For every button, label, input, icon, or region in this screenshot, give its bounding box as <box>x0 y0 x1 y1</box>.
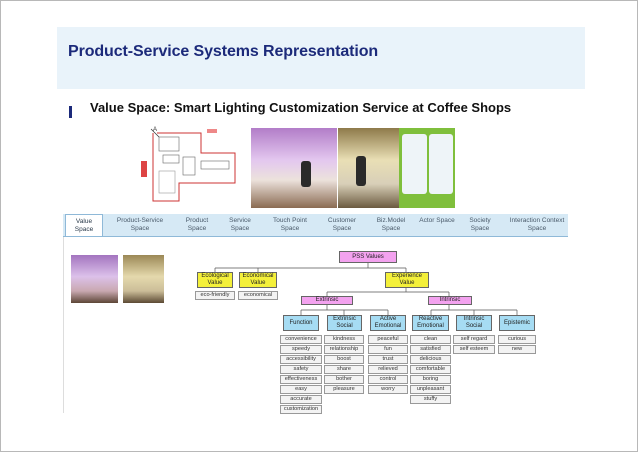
value-leaf[interactable]: speedy <box>280 345 322 354</box>
economical-leaf[interactable]: economical <box>238 291 278 300</box>
value-leaf[interactable]: comfortable <box>410 365 451 374</box>
value-leaf[interactable]: self esteem <box>453 345 495 354</box>
value-leaf[interactable]: accurate <box>280 395 322 404</box>
value-leaf[interactable]: relationship <box>324 345 364 354</box>
value-leaf[interactable]: boost <box>324 355 364 364</box>
value-leaf[interactable]: fun <box>368 345 408 354</box>
value-leaf[interactable]: pleasure <box>324 385 364 394</box>
epistemic-node[interactable]: Epistemic <box>499 315 535 331</box>
value-leaf[interactable]: trust <box>368 355 408 364</box>
reactive-emotional-node[interactable]: Reactive Emotional <box>412 315 449 331</box>
value-leaf[interactable]: peaceful <box>368 335 408 344</box>
pss-values-node[interactable]: PSS Values <box>339 251 397 263</box>
ecological-value-node[interactable]: Ecological Value <box>197 272 233 288</box>
value-leaf[interactable]: curious <box>498 335 536 344</box>
value-leaf[interactable]: accessibility <box>280 355 322 364</box>
value-leaf[interactable]: easy <box>280 385 322 394</box>
value-leaf[interactable]: boring <box>410 375 451 384</box>
value-leaf[interactable]: worry <box>368 385 408 394</box>
value-leaf[interactable]: convenience <box>280 335 322 344</box>
value-leaf[interactable]: unpleasant <box>410 385 451 394</box>
economical-value-node[interactable]: Economical Value <box>239 272 277 288</box>
value-leaf[interactable]: kindness <box>324 335 364 344</box>
extrinsic-node[interactable]: Extrinsic <box>301 296 353 305</box>
value-leaf[interactable]: stuffy <box>410 395 451 404</box>
extrinsic-social-node[interactable]: Extrinsic Social <box>327 315 362 331</box>
function-node[interactable]: Function <box>283 315 319 331</box>
value-leaf[interactable]: delicious <box>410 355 451 364</box>
value-leaf[interactable]: satisfied <box>410 345 451 354</box>
value-leaf[interactable]: bother <box>324 375 364 384</box>
experience-value-node[interactable]: Experience Value <box>385 272 429 288</box>
value-leaf[interactable]: self regard <box>453 335 495 344</box>
value-leaf[interactable]: effectiveness <box>280 375 322 384</box>
value-leaf[interactable]: clean <box>410 335 451 344</box>
value-leaf[interactable]: new <box>498 345 536 354</box>
intrinsic-node[interactable]: Intrinsic <box>428 296 472 305</box>
intrinsic-social-node[interactable]: Intrinsic Social <box>456 315 492 331</box>
slide: Product-Service Systems Representation V… <box>0 0 638 452</box>
value-leaf[interactable]: customization <box>280 405 322 414</box>
value-leaf[interactable]: share <box>324 365 364 374</box>
value-leaf[interactable]: control <box>368 375 408 384</box>
value-leaf[interactable]: safety <box>280 365 322 374</box>
active-emotional-node[interactable]: Active Emotional <box>370 315 406 331</box>
value-leaf[interactable]: relieved <box>368 365 408 374</box>
eco-friendly-leaf[interactable]: eco-friendly <box>195 291 235 300</box>
